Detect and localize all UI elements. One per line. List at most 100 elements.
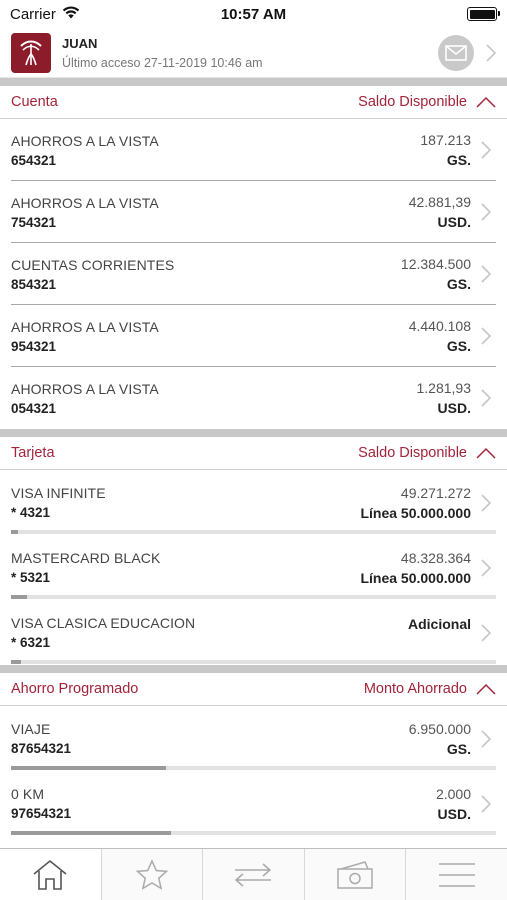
chevron-right-icon xyxy=(481,729,507,748)
wifi-icon xyxy=(62,5,80,23)
account-info: CUENTAS CORRIENTES 854321 xyxy=(11,257,401,292)
savings-info: VIAJE 87654321 xyxy=(11,721,409,756)
savings-section-title: Ahorro Programado xyxy=(11,681,139,697)
collapse-chevron-up-icon xyxy=(476,96,496,108)
section-divider xyxy=(0,429,507,437)
user-header: JUAN Último acceso 27-11-2019 10:46 am xyxy=(0,28,507,78)
card-usage-fill xyxy=(11,660,21,664)
user-info: JUAN Último acceso 27-11-2019 10:46 am xyxy=(62,36,438,70)
main-scroll-view[interactable]: Carrier 10:57 AM JUAN Último acceso 27-1… xyxy=(0,0,507,848)
chevron-right-icon xyxy=(481,558,507,577)
accounts-list: AHORROS A LA VISTA 654321 187.213 GS. AHORRO… xyxy=(0,119,507,429)
section-divider xyxy=(0,665,507,673)
account-number: 954321 xyxy=(11,338,57,354)
account-row[interactable]: AHORROS A LA VISTA 954321 4.440.108 GS. xyxy=(0,305,507,367)
account-row[interactable]: AHORROS A LA VISTA 754321 42.881,39 USD. xyxy=(0,181,507,243)
chevron-right-icon xyxy=(481,203,507,221)
savings-row[interactable]: VIAJE 87654321 6.950.000 GS. xyxy=(0,706,507,771)
chevron-right-icon xyxy=(481,794,507,813)
card-detail: Adicional xyxy=(407,615,471,632)
chevron-right-icon xyxy=(481,265,507,283)
tab-transfers[interactable] xyxy=(203,849,305,900)
account-row[interactable]: AHORROS A LA VISTA 054321 1.281,93 USD. xyxy=(0,367,507,429)
card-usage-bar xyxy=(11,595,496,599)
tab-favorites[interactable] xyxy=(102,849,204,900)
chevron-right-icon xyxy=(481,623,507,642)
last-access-text: Último acceso 27-11-2019 10:46 am xyxy=(62,55,263,70)
account-number: 654321 xyxy=(11,152,57,168)
card-number: * 5321 xyxy=(11,570,51,585)
messages-button[interactable] xyxy=(438,34,474,71)
card-number: * 6321 xyxy=(11,635,51,650)
savings-section-header[interactable]: Ahorro Programado Monto Ahorrado xyxy=(0,673,507,706)
cards-section-header[interactable]: Tarjeta Saldo Disponible xyxy=(0,437,507,470)
savings-progress-fill xyxy=(11,766,167,770)
tab-home[interactable] xyxy=(0,849,102,900)
savings-section-right-label: Monto Ahorrado xyxy=(363,681,467,697)
card-name: VISA CLASICA EDUCACION xyxy=(11,615,196,631)
account-number: 854321 xyxy=(11,276,57,292)
savings-row[interactable]: 0 KM 97654321 2.000 USD. xyxy=(0,771,507,836)
user-name: JUAN xyxy=(62,35,98,51)
card-usage-bar xyxy=(11,530,496,534)
battery-icon xyxy=(467,7,500,21)
savings-balance: 6.950.000 GS. xyxy=(409,721,471,757)
savings-balance: 2.000 USD. xyxy=(436,786,471,822)
account-name: AHORROS A LA VISTA xyxy=(11,380,159,397)
tab-payments[interactable] xyxy=(305,849,407,900)
carrier-label: Carrier xyxy=(10,5,56,23)
status-left: Carrier xyxy=(10,6,80,23)
card-row[interactable]: VISA CLASICA EDUCACION * 6321 Adicional xyxy=(0,600,507,665)
account-info: AHORROS A LA VISTA 654321 xyxy=(11,133,420,168)
card-info: MASTERCARD BLACK * 5321 xyxy=(11,550,360,585)
card-amount: 49.271.272 xyxy=(400,484,471,501)
collapse-chevron-up-icon xyxy=(476,447,496,459)
card-usage-fill xyxy=(11,595,28,599)
card-number: * 4321 xyxy=(11,505,51,520)
account-name: CUENTAS CORRIENTES xyxy=(11,256,175,273)
card-amount: 48.328.364 xyxy=(400,549,471,566)
account-amount: 12.384.500 xyxy=(400,256,471,272)
account-balance: 1.281,93 USD. xyxy=(417,380,472,416)
tab-menu[interactable] xyxy=(406,849,507,900)
savings-number: 87654321 xyxy=(11,741,72,756)
savings-currency: USD. xyxy=(437,805,471,822)
account-currency: USD. xyxy=(437,400,471,416)
savings-info: 0 KM 97654321 xyxy=(11,786,436,821)
account-row[interactable]: CUENTAS CORRIENTES 854321 12.384.500 GS. xyxy=(0,243,507,305)
account-balance: 12.384.500 GS. xyxy=(401,256,471,292)
account-amount: 4.440.108 xyxy=(408,318,471,334)
savings-list: VIAJE 87654321 6.950.000 GS. 0 KM 97654321 2.0… xyxy=(0,706,507,836)
card-usage-fill xyxy=(11,530,19,534)
savings-progress-bar xyxy=(11,831,496,835)
account-name: AHORROS A LA VISTA xyxy=(11,194,159,211)
card-usage-bar xyxy=(11,660,496,664)
user-chevron-right-icon[interactable] xyxy=(474,43,496,62)
account-balance: 4.440.108 GS. xyxy=(409,318,471,354)
savings-progress-fill xyxy=(11,831,172,835)
bank-logo-icon xyxy=(11,32,51,73)
account-amount: 187.213 xyxy=(420,132,471,148)
account-balance: 187.213 GS. xyxy=(420,132,471,168)
account-balance: 42.881,39 USD. xyxy=(409,194,471,230)
savings-name: 0 KM xyxy=(11,786,45,802)
account-number: 054321 xyxy=(11,400,57,416)
home-icon xyxy=(33,859,67,890)
card-info: VISA INFINITE * 4321 xyxy=(11,485,360,520)
cards-list: VISA INFINITE * 4321 49.271.272 Línea 50.00… xyxy=(0,470,507,665)
accounts-section-header[interactable]: Cuenta Saldo Disponible xyxy=(0,86,507,119)
account-row[interactable]: AHORROS A LA VISTA 654321 187.213 GS. xyxy=(0,119,507,181)
collapse-chevron-up-icon xyxy=(476,683,496,695)
savings-currency: GS. xyxy=(446,740,471,757)
savings-name: VIAJE xyxy=(11,721,51,737)
chevron-right-icon xyxy=(481,389,507,407)
card-row[interactable]: VISA INFINITE * 4321 49.271.272 Línea 50.00… xyxy=(0,470,507,535)
card-info: VISA CLASICA EDUCACION * 6321 xyxy=(11,615,408,650)
star-icon xyxy=(135,858,169,890)
section-divider xyxy=(0,78,507,86)
accounts-section-title: Cuenta xyxy=(11,94,58,110)
card-balance: 49.271.272 Línea 50.000.000 xyxy=(360,485,471,521)
card-row[interactable]: MASTERCARD BLACK * 5321 48.328.364 Línea 50… xyxy=(0,535,507,600)
savings-number: 97654321 xyxy=(11,806,72,821)
account-currency: GS. xyxy=(446,276,471,292)
